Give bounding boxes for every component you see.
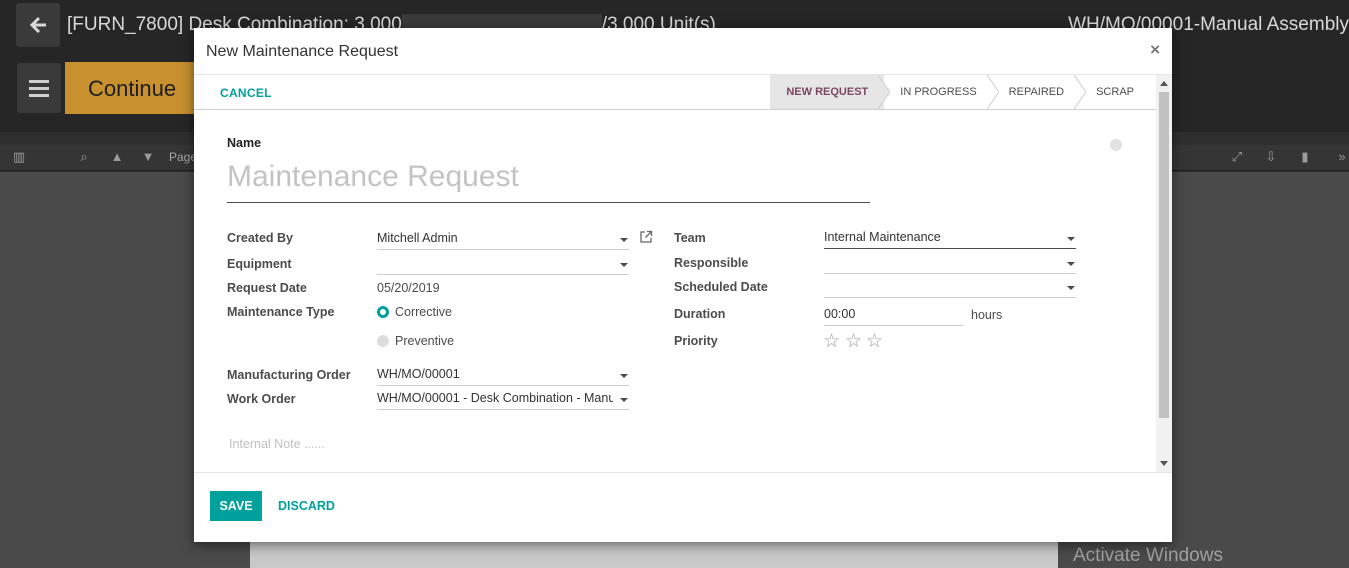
maintenance-type-label: Maintenance Type: [227, 305, 335, 319]
kanban-state-indicator[interactable]: [1110, 139, 1122, 151]
manufacturing-order-label: Manufacturing Order: [227, 368, 351, 382]
scroll-down-icon[interactable]: [1160, 461, 1168, 466]
scheduled-date-label: Scheduled Date: [674, 280, 768, 294]
close-icon[interactable]: ×: [1150, 40, 1160, 60]
status-bar: CANCEL NEW REQUEST IN PROGRESS REPAIRED …: [194, 75, 1156, 110]
star-icon-1[interactable]: ☆: [823, 332, 840, 351]
duration-label: Duration: [674, 307, 726, 321]
radio-preventive-label: Preventive: [395, 334, 455, 348]
chevron-down-icon: [620, 374, 628, 378]
hamburger-icon: [29, 80, 49, 83]
search-icon[interactable]: ⌕: [77, 150, 91, 164]
equipment-label: Equipment: [227, 257, 292, 271]
internal-note-field[interactable]: Internal Note ......: [229, 437, 325, 451]
maintenance-request-dialog: New Maintenance Request × CANCEL NEW REQ…: [194, 28, 1172, 542]
radio-corrective[interactable]: [377, 306, 389, 318]
more-tools-icon[interactable]: »: [1335, 150, 1349, 164]
arrow-left-icon: [29, 16, 46, 34]
sidebar-toggle-icon[interactable]: ▥: [12, 150, 26, 164]
created-by-label: Created By: [227, 231, 293, 245]
dialog-footer: SAVE DISCARD: [194, 472, 1172, 542]
form-sheet: Name Maintenance Request Created By Mitc…: [194, 110, 1156, 472]
duration-input[interactable]: 00:00: [824, 305, 963, 326]
request-date-value: 05/20/2019: [377, 281, 440, 295]
back-button[interactable]: [16, 3, 60, 47]
stage-new-request[interactable]: NEW REQUEST: [770, 75, 891, 109]
priority-label: Priority: [674, 334, 718, 348]
windows-watermark: Activate Windows: [1073, 545, 1223, 566]
star-icon-2[interactable]: ☆: [845, 332, 862, 351]
dialog-scrollbar[interactable]: [1156, 75, 1172, 472]
menu-button[interactable]: [17, 63, 61, 113]
name-input[interactable]: Maintenance Request: [227, 158, 870, 203]
external-link-icon[interactable]: [639, 230, 653, 244]
stage-in-progress[interactable]: IN PROGRESS: [884, 75, 999, 109]
chevron-right-icon: [1074, 75, 1087, 109]
name-label: Name: [227, 136, 262, 150]
team-label: Team: [674, 231, 706, 245]
request-date-label: Request Date: [227, 281, 307, 295]
dialog-title: New Maintenance Request: [206, 43, 399, 60]
chevron-down-icon: [1067, 237, 1075, 241]
dialog-header: New Maintenance Request ×: [194, 28, 1172, 75]
continue-button[interactable]: Continue: [65, 62, 200, 114]
next-page-icon[interactable]: ▼: [141, 150, 155, 164]
stage-repaired[interactable]: REPAIRED: [993, 75, 1087, 109]
page-label: Page: [169, 150, 198, 164]
fullscreen-icon[interactable]: ⤢: [1230, 150, 1244, 164]
team-field[interactable]: Internal Maintenance: [824, 228, 1076, 249]
manufacturing-order-field[interactable]: WH/MO/00001: [377, 365, 629, 386]
previous-page-icon[interactable]: ▲: [110, 150, 124, 164]
equipment-field[interactable]: [377, 254, 629, 275]
scrollbar-thumb[interactable]: [1159, 92, 1169, 418]
work-order-field[interactable]: WH/MO/00001 - Desk Combination - Manual …: [377, 389, 629, 410]
chevron-down-icon: [620, 263, 628, 267]
scroll-up-icon[interactable]: [1160, 81, 1168, 86]
chevron-right-icon: [878, 75, 891, 109]
responsible-label: Responsible: [674, 256, 749, 270]
chevron-down-icon: [1067, 262, 1075, 266]
stage-pipeline: NEW REQUEST IN PROGRESS REPAIRED SCRAP: [770, 75, 1156, 109]
download-icon[interactable]: ⇩: [1264, 150, 1278, 164]
work-order-label: Work Order: [227, 392, 296, 406]
created-by-field[interactable]: Mitchell Admin: [377, 229, 629, 250]
stage-scrap[interactable]: SCRAP: [1080, 75, 1156, 109]
chevron-down-icon: [620, 398, 628, 402]
duration-unit: hours: [971, 308, 1003, 322]
chevron-down-icon: [1067, 286, 1075, 290]
dialog-body: CANCEL NEW REQUEST IN PROGRESS REPAIRED …: [194, 75, 1172, 472]
discard-button[interactable]: DISCARD: [278, 499, 335, 513]
pdf-page: [250, 538, 1058, 568]
bookmark-icon[interactable]: ▮: [1298, 150, 1312, 164]
star-icon-3[interactable]: ☆: [866, 332, 883, 351]
save-button[interactable]: SAVE: [210, 491, 262, 521]
radio-preventive[interactable]: [377, 335, 389, 347]
scheduled-date-field[interactable]: [824, 277, 1076, 298]
responsible-field[interactable]: [824, 253, 1076, 274]
chevron-right-icon: [986, 75, 999, 109]
chevron-down-icon: [620, 238, 628, 242]
radio-corrective-label: Corrective: [395, 305, 452, 319]
cancel-request-button[interactable]: CANCEL: [220, 86, 272, 100]
